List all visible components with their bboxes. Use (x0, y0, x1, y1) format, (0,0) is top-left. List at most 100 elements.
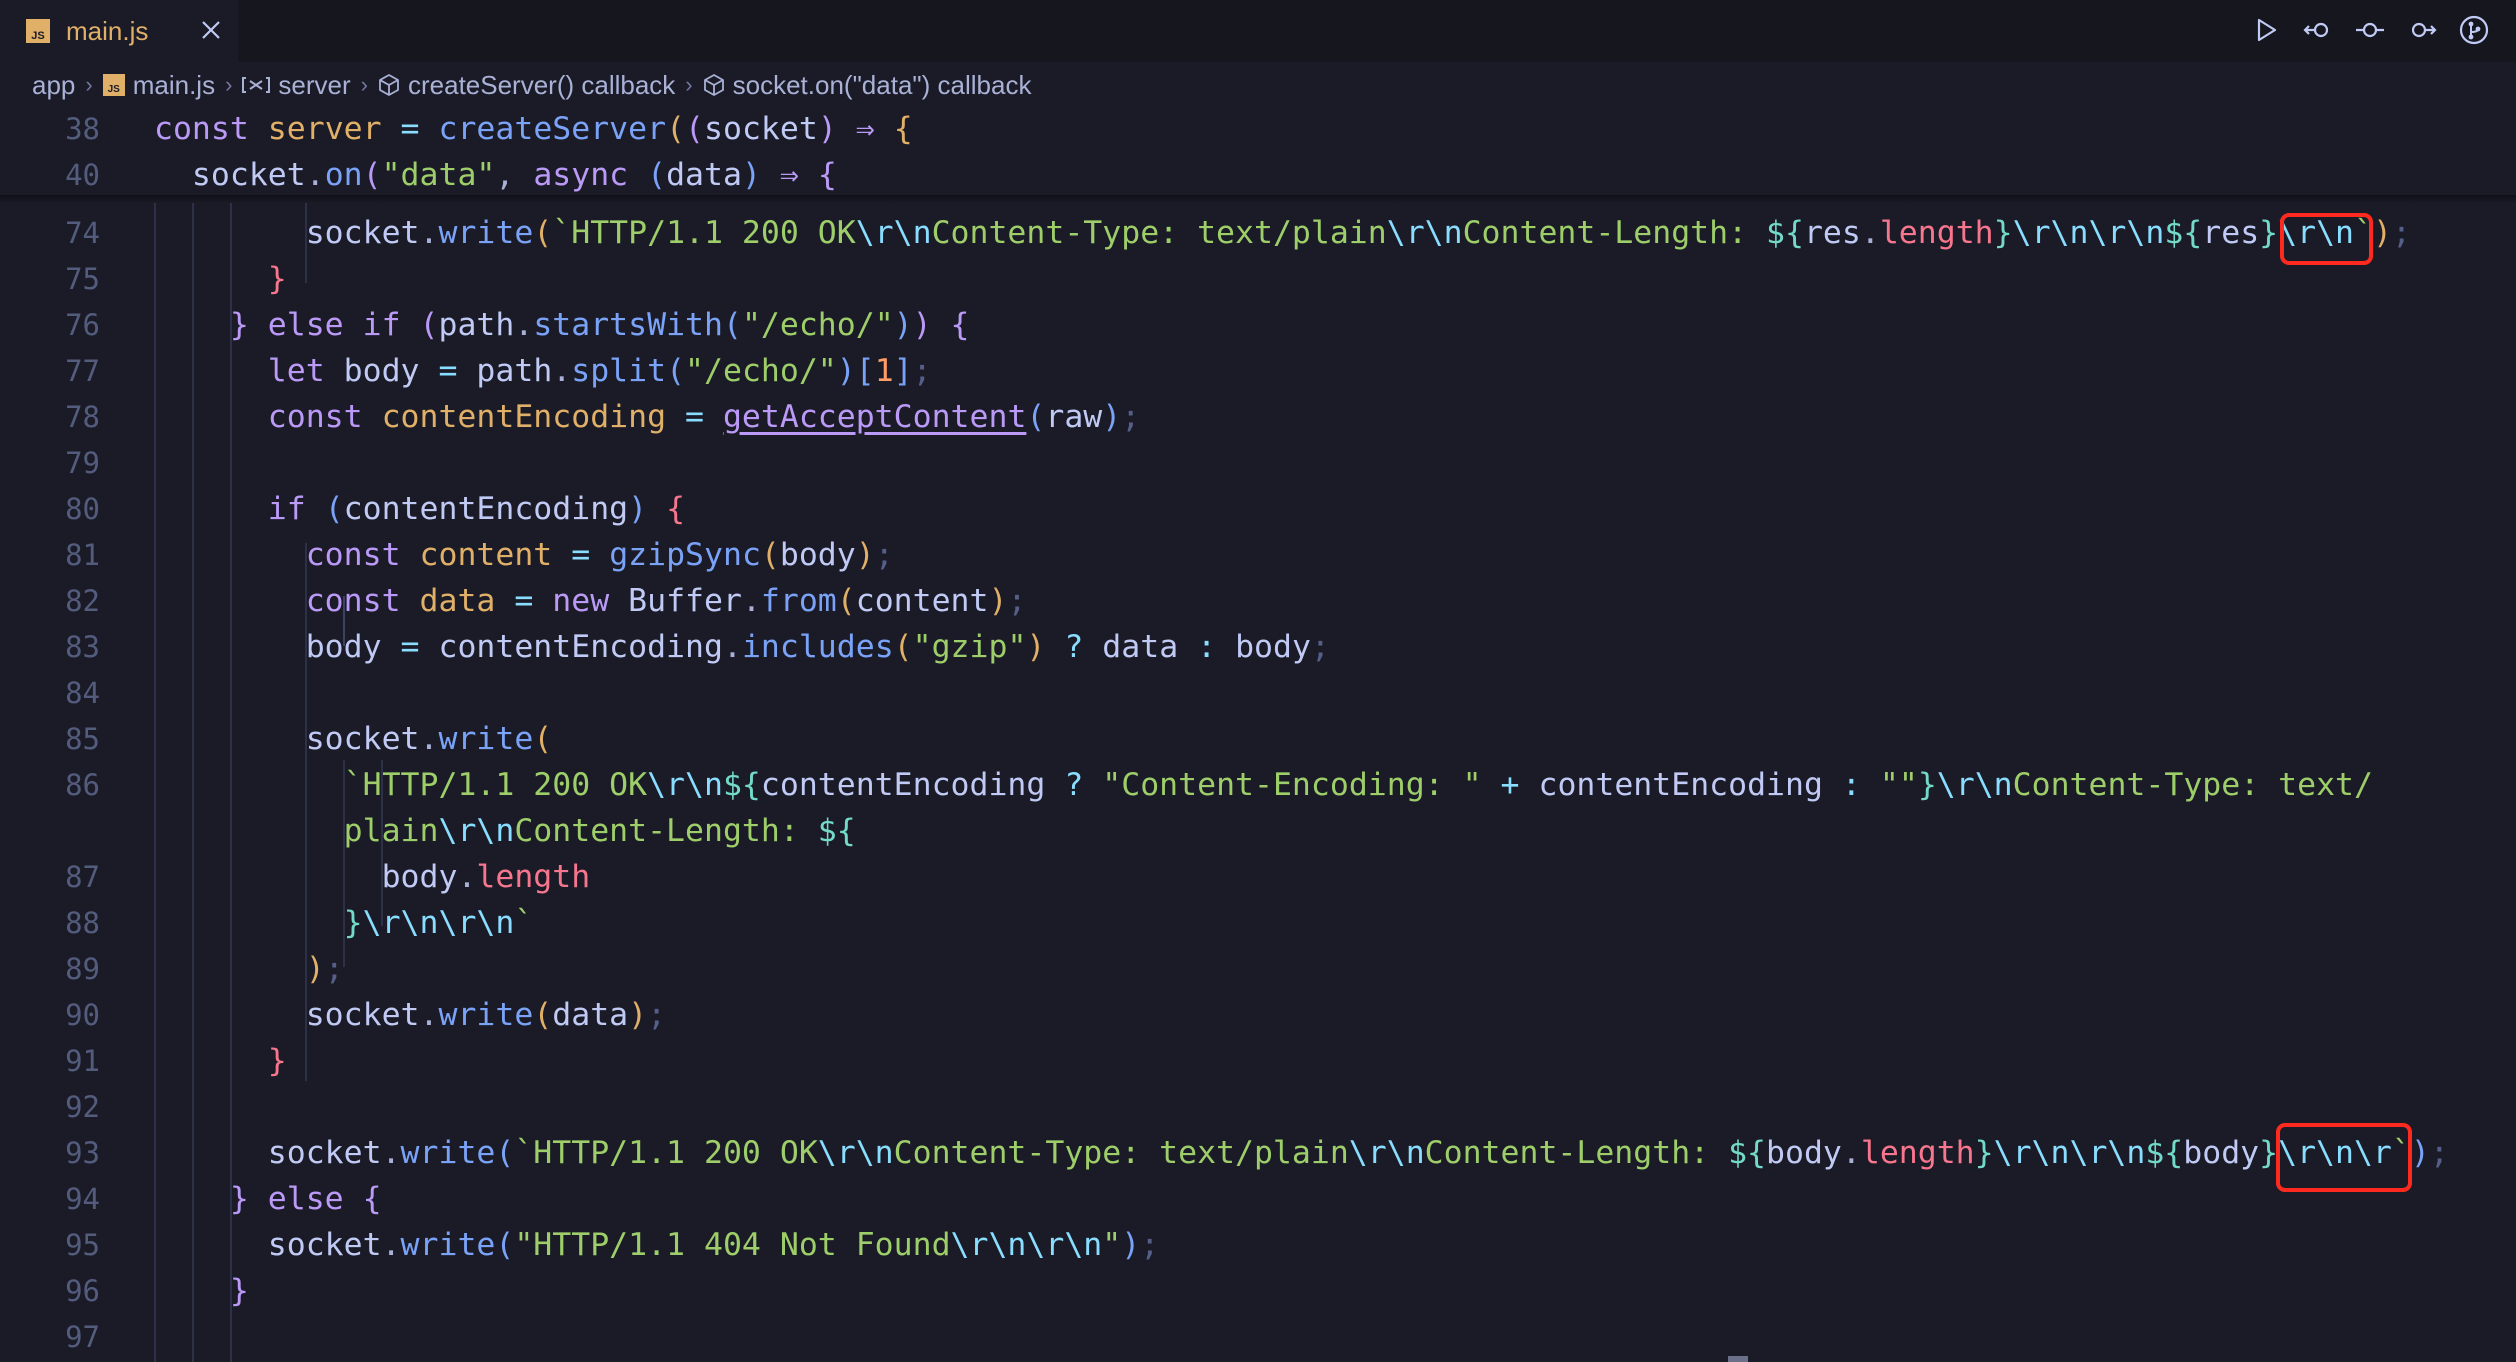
code-text: socket.write("HTTP/1.1 404 Not Found\r\n… (154, 1222, 1159, 1268)
line-number: 83 (65, 630, 100, 664)
code-line[interactable]: 87 body.length (0, 854, 2516, 900)
code-line[interactable]: 90 socket.write(data); (0, 992, 2516, 1038)
code-token: ) (1026, 629, 1046, 665)
breadcrumb-item-server[interactable]: server (278, 70, 350, 101)
code-token: ( (666, 111, 686, 147)
line-number: 91 (65, 1044, 100, 1078)
code-token: body (343, 353, 420, 389)
line-number: 90 (65, 998, 100, 1032)
code-token: 1 (874, 353, 894, 389)
run-icon[interactable] (2248, 12, 2284, 48)
code-text: socket.write(`HTTP/1.1 200 OK\r\nContent… (154, 1130, 2449, 1176)
code-token: . (419, 721, 439, 757)
breadcrumb-item-createserver-callback[interactable]: createServer() callback (408, 70, 675, 101)
code-line[interactable]: 75 } (0, 256, 2516, 302)
code-token: else if (248, 307, 420, 343)
code-token: . (722, 629, 742, 665)
code-line[interactable]: 77 let body = path.split("/echo/")[1]; (0, 348, 2516, 394)
code-line[interactable]: 81 const content = gzipSync(body); (0, 532, 2516, 578)
code-line[interactable]: 74 socket.write(`HTTP/1.1 200 OK\r\nCont… (0, 210, 2516, 256)
code-token: "Content-Encoding: " (1102, 767, 1482, 803)
line-number: 40 (65, 158, 100, 192)
close-icon[interactable] (196, 12, 226, 48)
indent-guide (305, 203, 307, 283)
code-token: } (1993, 215, 2013, 251)
code-line[interactable]: 38 const server = createServer((socket) ⇒… (0, 106, 2516, 152)
code-token: = (419, 353, 477, 389)
code-line[interactable]: 93 socket.write(`HTTP/1.1 200 OK\r\nCont… (0, 1130, 2516, 1176)
code-token: { (931, 307, 970, 343)
code-text: socket.on("data", async (data) ⇒ { (154, 152, 837, 198)
code-token: socket (154, 1227, 382, 1263)
code-line[interactable]: 89 ); (0, 946, 2516, 992)
go-back-icon[interactable] (2300, 12, 2336, 48)
code-token: \r\n (1348, 1135, 1425, 1171)
code-line[interactable]: 97 (0, 1314, 2516, 1360)
code-token: let (154, 353, 344, 389)
code-text: } (154, 256, 287, 302)
breadcrumb-item-app[interactable]: app (32, 70, 75, 101)
code-token: path (476, 353, 553, 389)
code-token: Content-Type: text/plain (931, 215, 1387, 251)
code-text: body = contentEncoding.includes("gzip") … (154, 624, 1330, 670)
code-line[interactable]: 86 `HTTP/1.1 200 OK\r\n${contentEncoding… (0, 762, 2516, 808)
code-token: ) (1121, 1227, 1141, 1263)
git-commit-icon[interactable] (2352, 12, 2388, 48)
code-token: includes (741, 629, 894, 665)
code-token: data (1102, 629, 1179, 665)
code-token: contentEncoding (760, 767, 1046, 803)
method-cube-icon (703, 73, 725, 97)
code-line[interactable]: 88 }\r\n\r\n` (0, 900, 2516, 946)
go-forward-icon[interactable] (2404, 12, 2440, 48)
code-token: ) (988, 583, 1008, 619)
code-line[interactable]: 94 } else { (0, 1176, 2516, 1222)
code-line[interactable]: 76 } else if (path.startsWith("/echo/"))… (0, 302, 2516, 348)
code-text: } else { (154, 1176, 382, 1222)
code-token: contentEncoding (438, 629, 723, 665)
code-token: ( (533, 721, 553, 757)
code-token: \r\n (1386, 215, 1463, 251)
code-token: } (2259, 215, 2279, 251)
code-token: ( (324, 491, 344, 527)
code-line[interactable]: 92 (0, 1084, 2516, 1130)
code-line[interactable]: 85 socket.write( (0, 716, 2516, 762)
code-token: content (419, 537, 553, 573)
breadcrumb-item-socket-on-callback[interactable]: socket.on("data") callback (733, 70, 1032, 101)
code-token: length (1879, 215, 1994, 251)
code-text: const content = gzipSync(body); (154, 532, 894, 578)
code-line[interactable]: 82 const data = new Buffer.from(content)… (0, 578, 2516, 624)
code-line[interactable]: plain\r\nContent-Length: ${ (0, 808, 2516, 854)
indent-guide (305, 543, 307, 1081)
code-token: . (457, 859, 477, 895)
line-number: 89 (65, 952, 100, 986)
code-token: ( (666, 353, 686, 389)
code-line[interactable]: 80 if (contentEncoding) { (0, 486, 2516, 532)
code-token: Content-Type: text/plain (893, 1135, 1349, 1171)
code-line[interactable]: 83 body = contentEncoding.includes("gzip… (0, 624, 2516, 670)
code-line[interactable]: 78 const contentEncoding = getAcceptCont… (0, 394, 2516, 440)
line-number: 74 (65, 216, 100, 250)
code-token: ( (722, 307, 742, 343)
line-number: 81 (65, 538, 100, 572)
code-line[interactable]: 40 socket.on("data", async (data) ⇒ { (0, 152, 2516, 198)
code-token: ( (495, 1135, 515, 1171)
code-line[interactable]: 95 socket.write("HTTP/1.1 404 Not Found\… (0, 1222, 2516, 1268)
breadcrumb-item-file[interactable]: main.js (133, 70, 215, 101)
git-branch-icon[interactable] (2456, 12, 2492, 48)
code-line[interactable]: 79 (0, 440, 2516, 486)
code-token: ] (893, 353, 913, 389)
code-token: ${ (2145, 1135, 2184, 1171)
code-line[interactable]: 91 } (0, 1038, 2516, 1084)
code-token: ( (533, 215, 553, 251)
line-number: 38 (65, 112, 100, 146)
editor-tab-main-js[interactable]: JS main.js (0, 0, 238, 62)
code-token: socket (154, 157, 306, 193)
code-token: "" (1879, 767, 1918, 803)
code-text: const data = new Buffer.from(content); (154, 578, 1027, 624)
code-token: length (1860, 1135, 1975, 1171)
code-line[interactable]: 96 } (0, 1268, 2516, 1314)
tab-label: main.js (66, 15, 149, 46)
code-line[interactable]: 84 (0, 670, 2516, 716)
code-token: ) (912, 307, 932, 343)
code-token: + (1481, 767, 1539, 803)
